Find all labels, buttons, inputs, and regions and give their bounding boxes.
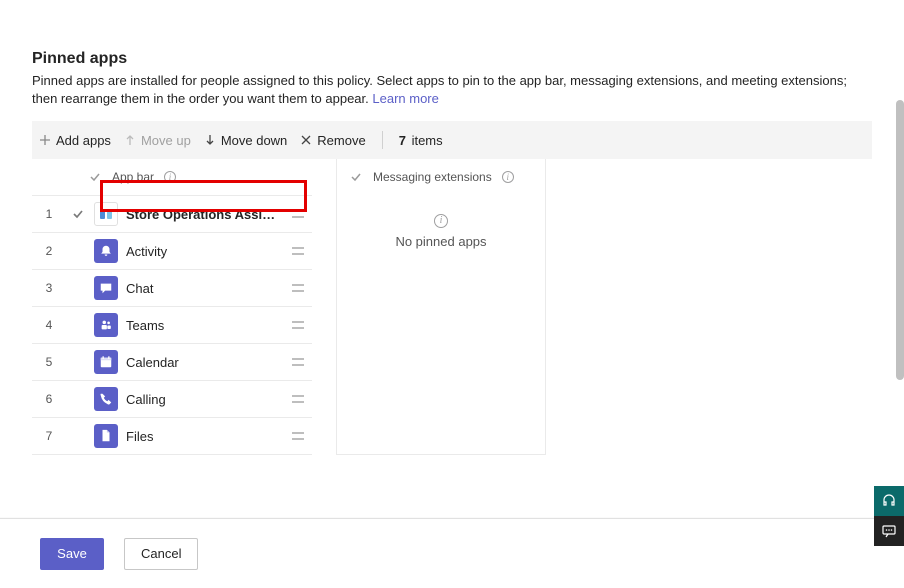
- section-description-text: Pinned apps are installed for people ass…: [32, 73, 847, 106]
- drag-handle-icon[interactable]: [284, 283, 312, 293]
- drag-handle-icon[interactable]: [284, 394, 312, 404]
- drag-handle-icon[interactable]: [284, 357, 312, 367]
- app-row[interactable]: 6 Calling: [32, 381, 312, 418]
- messaging-extensions-column: Messaging extensions i i No pinned apps: [336, 159, 546, 455]
- file-icon: [94, 424, 118, 448]
- row-order: 3: [32, 281, 66, 295]
- select-all-checkbox[interactable]: [349, 170, 363, 184]
- messaging-column-header: Messaging extensions i: [337, 159, 545, 195]
- remove-label: Remove: [317, 133, 365, 148]
- items-count: 7 items: [399, 133, 443, 148]
- learn-more-link[interactable]: Learn more: [372, 91, 438, 106]
- select-all-checkbox[interactable]: [88, 170, 102, 184]
- drag-handle-icon[interactable]: [284, 209, 312, 219]
- store-ops-icon: [94, 202, 118, 226]
- app-name: Chat: [126, 281, 284, 296]
- messaging-empty-text: No pinned apps: [337, 234, 545, 249]
- app-name: Activity: [126, 244, 284, 259]
- messaging-empty-state: i No pinned apps: [337, 195, 545, 277]
- info-icon: i: [434, 214, 448, 228]
- app-row[interactable]: 2 Activity: [32, 233, 312, 270]
- app-bar-header-label: App bar: [112, 170, 154, 184]
- headset-icon: [881, 493, 897, 509]
- messaging-header-label: Messaging extensions: [373, 170, 492, 184]
- arrow-down-icon: [203, 133, 217, 147]
- drag-handle-icon[interactable]: [284, 431, 312, 441]
- close-icon: [299, 133, 313, 147]
- move-up-button[interactable]: Move up: [123, 133, 191, 148]
- info-icon[interactable]: i: [502, 171, 514, 183]
- side-action-buttons: [874, 486, 904, 546]
- app-name: Teams: [126, 318, 284, 333]
- app-row[interactable]: 7 Files: [32, 418, 312, 455]
- cancel-button[interactable]: Cancel: [124, 538, 198, 570]
- app-bar-column-header: App bar i: [32, 159, 312, 195]
- calendar-icon: [94, 350, 118, 374]
- row-order: 2: [32, 244, 66, 258]
- app-row[interactable]: 5 Calendar: [32, 344, 312, 381]
- drag-handle-icon[interactable]: [284, 246, 312, 256]
- plus-icon: [38, 133, 52, 147]
- bell-icon: [94, 239, 118, 263]
- phone-icon: [94, 387, 118, 411]
- remove-button[interactable]: Remove: [299, 133, 365, 148]
- app-name: Calling: [126, 392, 284, 407]
- app-name: Store Operations Assist T…: [126, 207, 284, 222]
- app-bar-column: App bar i 1 Store Operations Assist T… 2 Ac…: [32, 159, 312, 455]
- footer-bar: Save Cancel: [0, 518, 904, 588]
- row-order: 1: [32, 207, 66, 221]
- row-checkbox[interactable]: [66, 208, 90, 220]
- app-name: Calendar: [126, 355, 284, 370]
- items-count-number: 7: [399, 133, 406, 148]
- chat-icon: [94, 276, 118, 300]
- items-count-label: items: [412, 133, 443, 148]
- scrollbar-track: [896, 100, 904, 488]
- feedback-icon: [881, 523, 897, 539]
- save-button[interactable]: Save: [40, 538, 104, 570]
- move-down-button[interactable]: Move down: [203, 133, 287, 148]
- row-order: 5: [32, 355, 66, 369]
- add-apps-button[interactable]: Add apps: [38, 133, 111, 148]
- section-title: Pinned apps: [32, 50, 872, 68]
- drag-handle-icon[interactable]: [284, 320, 312, 330]
- move-down-label: Move down: [221, 133, 287, 148]
- app-row[interactable]: 1 Store Operations Assist T…: [32, 196, 312, 233]
- pinned-apps-toolbar: Add apps Move up Move down Remove 7 item…: [32, 121, 872, 159]
- add-apps-label: Add apps: [56, 133, 111, 148]
- help-button[interactable]: [874, 486, 904, 516]
- toolbar-divider: [382, 131, 383, 149]
- scrollbar-thumb[interactable]: [896, 100, 904, 380]
- section-description: Pinned apps are installed for people ass…: [32, 72, 872, 107]
- app-row[interactable]: 4 Teams: [32, 307, 312, 344]
- app-bar-list: 1 Store Operations Assist T… 2 Activity 3 Cha…: [32, 195, 312, 455]
- app-row[interactable]: 3 Chat: [32, 270, 312, 307]
- app-name: Files: [126, 429, 284, 444]
- row-order: 7: [32, 429, 66, 443]
- row-order: 4: [32, 318, 66, 332]
- move-up-label: Move up: [141, 133, 191, 148]
- feedback-button[interactable]: [874, 516, 904, 546]
- info-icon[interactable]: i: [164, 171, 176, 183]
- arrow-up-icon: [123, 133, 137, 147]
- teams-icon: [94, 313, 118, 337]
- row-order: 6: [32, 392, 66, 406]
